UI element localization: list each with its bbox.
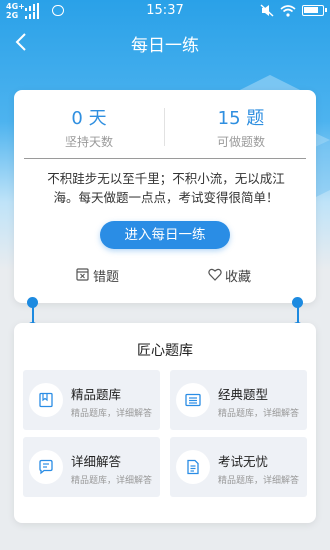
stat-available-questions: 15 题 可做题数 [166, 104, 316, 150]
question-library-card: 匠心题库 精品题库 精品题库，详细解答 经典题型 精品题库，详细解答 详细解答 … [14, 323, 316, 523]
library-item-classic[interactable]: 经典题型 精品题库，详细解答 [170, 370, 307, 430]
library-item-premium[interactable]: 精品题库 精品题库，详细解答 [23, 370, 160, 430]
library-item-worry-free[interactable]: 考试无忧 精品题库，详细解答 [170, 437, 307, 497]
list-card-icon [185, 393, 201, 407]
wrong-questions-icon [76, 268, 89, 281]
heart-icon [208, 268, 222, 281]
tile-icon-circle [176, 450, 210, 484]
favorites-label: 收藏 [225, 270, 252, 285]
stat-value: 15 题 [217, 108, 265, 129]
motivational-quote: 不积跬步无以至千里；不积小流，无以成江海。每天做题一点点，考试变得很简单！ [47, 171, 285, 205]
enter-daily-practice-button[interactable]: 进入每日一练 [100, 221, 230, 249]
page-title: 每日一练 [131, 36, 199, 56]
library-title: 匠心题库 [137, 343, 193, 359]
stat-label: 坚持天数 [64, 135, 113, 149]
library-item-detailed[interactable]: 详细解答 精品题库，详细解答 [23, 437, 160, 497]
mute-icon [260, 4, 274, 17]
navigation-bar: 每日一练 [0, 24, 330, 60]
status-bar: 4G+ 2G 15:37 [0, 0, 330, 22]
tile-subtitle: 精品题库，详细解答 [71, 409, 153, 419]
stat-value: 0 天 [71, 108, 107, 129]
wrong-questions-label: 错题 [93, 270, 120, 285]
tile-subtitle: 精品题库，详细解答 [218, 476, 300, 486]
daily-practice-card: 0 天 坚持天数 15 题 可做题数 不积跬步无以至千里；不积小流，无以成江海。… [14, 90, 316, 303]
battery-icon [302, 5, 327, 16]
wifi-icon [280, 5, 296, 17]
tile-icon-circle [29, 450, 63, 484]
stat-label: 可做题数 [216, 135, 265, 149]
divider [24, 158, 306, 159]
stat-persist-days: 0 天 坚持天数 [14, 104, 164, 150]
tile-icon-circle [29, 383, 63, 417]
wrong-questions-link[interactable]: 错题 [76, 266, 136, 285]
document-icon [187, 459, 199, 475]
stat-divider [164, 108, 165, 146]
chat-bubble-icon [39, 459, 53, 475]
tile-icon-circle [176, 383, 210, 417]
favorites-link[interactable]: 收藏 [208, 266, 268, 285]
tile-title: 考试无忧 [218, 454, 269, 469]
tile-title: 精品题库 [71, 387, 122, 402]
bookmark-book-icon [39, 392, 53, 408]
tile-title: 经典题型 [218, 387, 269, 402]
tile-subtitle: 精品题库，详细解答 [71, 476, 153, 486]
tile-title: 详细解答 [71, 454, 122, 469]
tile-subtitle: 精品题库，详细解答 [218, 409, 300, 419]
